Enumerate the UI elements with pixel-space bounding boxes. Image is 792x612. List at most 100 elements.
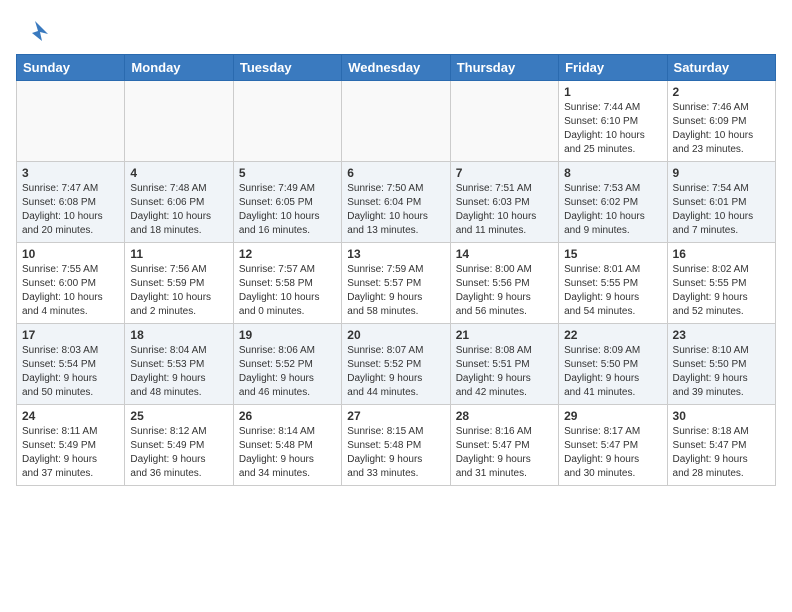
day-info: Sunrise: 8:17 AM Sunset: 5:47 PM Dayligh… bbox=[564, 425, 661, 481]
day-info: Sunrise: 8:06 AM Sunset: 5:52 PM Dayligh… bbox=[239, 344, 336, 400]
day-info: Sunrise: 8:01 AM Sunset: 5:55 PM Dayligh… bbox=[564, 263, 661, 319]
day-info: Sunrise: 7:56 AM Sunset: 5:59 PM Dayligh… bbox=[130, 263, 227, 319]
calendar-day-cell: 13 Sunrise: 7:59 AM Sunset: 5:57 PM Dayli… bbox=[342, 243, 450, 324]
calendar-day-cell: 10Sunrise: 7:55 AM Sunset: 6:00 PM Dayli… bbox=[17, 243, 125, 324]
calendar-day-cell: 16 Sunrise: 8:02 AM Sunset: 5:55 PM Dayli… bbox=[667, 243, 775, 324]
calendar-day-cell: 3 Sunrise: 7:47 AM Sunset: 6:08 PM Daylig… bbox=[17, 162, 125, 243]
calendar-day-cell: 5Sunrise: 7:49 AM Sunset: 6:05 PM Daylig… bbox=[233, 162, 341, 243]
day-info: Sunrise: 8:02 AM Sunset: 5:55 PM Dayligh… bbox=[673, 263, 770, 319]
day-info: Sunrise: 8:04 AM Sunset: 5:53 PM Dayligh… bbox=[130, 344, 227, 400]
day-number: 28 bbox=[456, 409, 553, 423]
calendar-week-row: 1 Sunrise: 7:44 AM Sunset: 6:10 PM Daylig… bbox=[17, 81, 776, 162]
day-number: 20 bbox=[347, 328, 444, 342]
day-info: Sunrise: 8:09 AM Sunset: 5:50 PM Dayligh… bbox=[564, 344, 661, 400]
day-number: 1 bbox=[564, 85, 661, 99]
calendar-table: SundayMondayTuesdayWednesdayThursdayFrid… bbox=[16, 54, 776, 486]
calendar-day-cell: 2 Sunrise: 7:46 AM Sunset: 6:09 PM Daylig… bbox=[667, 81, 775, 162]
day-number: 23 bbox=[673, 328, 770, 342]
calendar-day-cell: 24Sunrise: 8:11 AM Sunset: 5:49 PM Dayli… bbox=[17, 405, 125, 486]
calendar-day-header: Saturday bbox=[667, 55, 775, 81]
day-info: Sunrise: 8:08 AM Sunset: 5:51 PM Dayligh… bbox=[456, 344, 553, 400]
calendar-week-row: 17 Sunrise: 8:03 AM Sunset: 5:54 PM Dayli… bbox=[17, 324, 776, 405]
day-info: Sunrise: 7:59 AM Sunset: 5:57 PM Dayligh… bbox=[347, 263, 444, 319]
day-info: Sunrise: 7:53 AM Sunset: 6:02 PM Dayligh… bbox=[564, 182, 661, 238]
calendar-header-row: SundayMondayTuesdayWednesdayThursdayFrid… bbox=[17, 55, 776, 81]
day-number: 2 bbox=[673, 85, 770, 99]
day-number: 3 bbox=[22, 166, 119, 180]
day-number: 18 bbox=[130, 328, 227, 342]
day-info: Sunrise: 8:11 AM Sunset: 5:49 PM Dayligh… bbox=[22, 425, 119, 481]
calendar-week-row: 10Sunrise: 7:55 AM Sunset: 6:00 PM Dayli… bbox=[17, 243, 776, 324]
calendar-day-cell: 28 Sunrise: 8:16 AM Sunset: 5:47 PM Dayli… bbox=[450, 405, 558, 486]
day-info: Sunrise: 7:49 AM Sunset: 6:05 PM Dayligh… bbox=[239, 182, 336, 238]
day-number: 12 bbox=[239, 247, 336, 261]
calendar-day-cell: 25 Sunrise: 8:12 AM Sunset: 5:49 PM Dayli… bbox=[125, 405, 233, 486]
day-number: 26 bbox=[239, 409, 336, 423]
day-info: Sunrise: 7:57 AM Sunset: 5:58 PM Dayligh… bbox=[239, 263, 336, 319]
day-number: 13 bbox=[347, 247, 444, 261]
calendar-day-cell: 27 Sunrise: 8:15 AM Sunset: 5:48 PM Dayli… bbox=[342, 405, 450, 486]
day-info: Sunrise: 8:14 AM Sunset: 5:48 PM Dayligh… bbox=[239, 425, 336, 481]
day-number: 27 bbox=[347, 409, 444, 423]
calendar-day-cell: 11 Sunrise: 7:56 AM Sunset: 5:59 PM Dayli… bbox=[125, 243, 233, 324]
day-info: Sunrise: 7:51 AM Sunset: 6:03 PM Dayligh… bbox=[456, 182, 553, 238]
calendar-day-cell bbox=[450, 81, 558, 162]
calendar-day-cell: 29 Sunrise: 8:17 AM Sunset: 5:47 PM Dayli… bbox=[559, 405, 667, 486]
day-info: Sunrise: 7:46 AM Sunset: 6:09 PM Dayligh… bbox=[673, 101, 770, 157]
calendar-day-cell bbox=[17, 81, 125, 162]
calendar-day-cell: 19 Sunrise: 8:06 AM Sunset: 5:52 PM Dayli… bbox=[233, 324, 341, 405]
day-number: 25 bbox=[130, 409, 227, 423]
day-info: Sunrise: 7:44 AM Sunset: 6:10 PM Dayligh… bbox=[564, 101, 661, 157]
day-number: 15 bbox=[564, 247, 661, 261]
day-info: Sunrise: 7:48 AM Sunset: 6:06 PM Dayligh… bbox=[130, 182, 227, 238]
calendar-day-header: Thursday bbox=[450, 55, 558, 81]
calendar-day-cell: 20 Sunrise: 8:07 AM Sunset: 5:52 PM Dayli… bbox=[342, 324, 450, 405]
logo-bird-icon bbox=[20, 16, 50, 46]
calendar-day-header: Wednesday bbox=[342, 55, 450, 81]
calendar-day-header: Monday bbox=[125, 55, 233, 81]
calendar-day-cell: 17 Sunrise: 8:03 AM Sunset: 5:54 PM Dayli… bbox=[17, 324, 125, 405]
calendar-day-cell bbox=[342, 81, 450, 162]
day-info: Sunrise: 8:16 AM Sunset: 5:47 PM Dayligh… bbox=[456, 425, 553, 481]
day-number: 16 bbox=[673, 247, 770, 261]
calendar-wrapper: SundayMondayTuesdayWednesdayThursdayFrid… bbox=[0, 54, 792, 494]
day-number: 4 bbox=[130, 166, 227, 180]
day-number: 17 bbox=[22, 328, 119, 342]
day-info: Sunrise: 7:54 AM Sunset: 6:01 PM Dayligh… bbox=[673, 182, 770, 238]
calendar-day-cell: 18 Sunrise: 8:04 AM Sunset: 5:53 PM Dayli… bbox=[125, 324, 233, 405]
calendar-day-cell: 26 Sunrise: 8:14 AM Sunset: 5:48 PM Dayli… bbox=[233, 405, 341, 486]
day-info: Sunrise: 8:00 AM Sunset: 5:56 PM Dayligh… bbox=[456, 263, 553, 319]
day-info: Sunrise: 8:03 AM Sunset: 5:54 PM Dayligh… bbox=[22, 344, 119, 400]
day-info: Sunrise: 8:18 AM Sunset: 5:47 PM Dayligh… bbox=[673, 425, 770, 481]
day-number: 21 bbox=[456, 328, 553, 342]
day-number: 29 bbox=[564, 409, 661, 423]
calendar-day-cell: 22 Sunrise: 8:09 AM Sunset: 5:50 PM Dayli… bbox=[559, 324, 667, 405]
calendar-day-cell: 23 Sunrise: 8:10 AM Sunset: 5:50 PM Dayli… bbox=[667, 324, 775, 405]
day-number: 10 bbox=[22, 247, 119, 261]
day-number: 19 bbox=[239, 328, 336, 342]
day-info: Sunrise: 8:10 AM Sunset: 5:50 PM Dayligh… bbox=[673, 344, 770, 400]
calendar-day-cell: 15 Sunrise: 8:01 AM Sunset: 5:55 PM Dayli… bbox=[559, 243, 667, 324]
day-number: 7 bbox=[456, 166, 553, 180]
day-number: 22 bbox=[564, 328, 661, 342]
calendar-week-row: 3 Sunrise: 7:47 AM Sunset: 6:08 PM Daylig… bbox=[17, 162, 776, 243]
calendar-day-cell: 9 Sunrise: 7:54 AM Sunset: 6:01 PM Daylig… bbox=[667, 162, 775, 243]
day-info: Sunrise: 8:15 AM Sunset: 5:48 PM Dayligh… bbox=[347, 425, 444, 481]
calendar-day-cell: 6Sunrise: 7:50 AM Sunset: 6:04 PM Daylig… bbox=[342, 162, 450, 243]
calendar-day-cell: 4 Sunrise: 7:48 AM Sunset: 6:06 PM Daylig… bbox=[125, 162, 233, 243]
day-number: 14 bbox=[456, 247, 553, 261]
calendar-day-cell: 30Sunrise: 8:18 AM Sunset: 5:47 PM Dayli… bbox=[667, 405, 775, 486]
day-number: 6 bbox=[347, 166, 444, 180]
day-info: Sunrise: 7:47 AM Sunset: 6:08 PM Dayligh… bbox=[22, 182, 119, 238]
logo bbox=[20, 16, 54, 46]
calendar-day-cell: 1 Sunrise: 7:44 AM Sunset: 6:10 PM Daylig… bbox=[559, 81, 667, 162]
calendar-day-cell: 14 Sunrise: 8:00 AM Sunset: 5:56 PM Dayli… bbox=[450, 243, 558, 324]
page-header bbox=[0, 0, 792, 54]
day-info: Sunrise: 8:07 AM Sunset: 5:52 PM Dayligh… bbox=[347, 344, 444, 400]
calendar-day-cell: 12 Sunrise: 7:57 AM Sunset: 5:58 PM Dayli… bbox=[233, 243, 341, 324]
calendar-day-header: Tuesday bbox=[233, 55, 341, 81]
calendar-day-header: Friday bbox=[559, 55, 667, 81]
day-number: 11 bbox=[130, 247, 227, 261]
day-info: Sunrise: 8:12 AM Sunset: 5:49 PM Dayligh… bbox=[130, 425, 227, 481]
day-number: 9 bbox=[673, 166, 770, 180]
